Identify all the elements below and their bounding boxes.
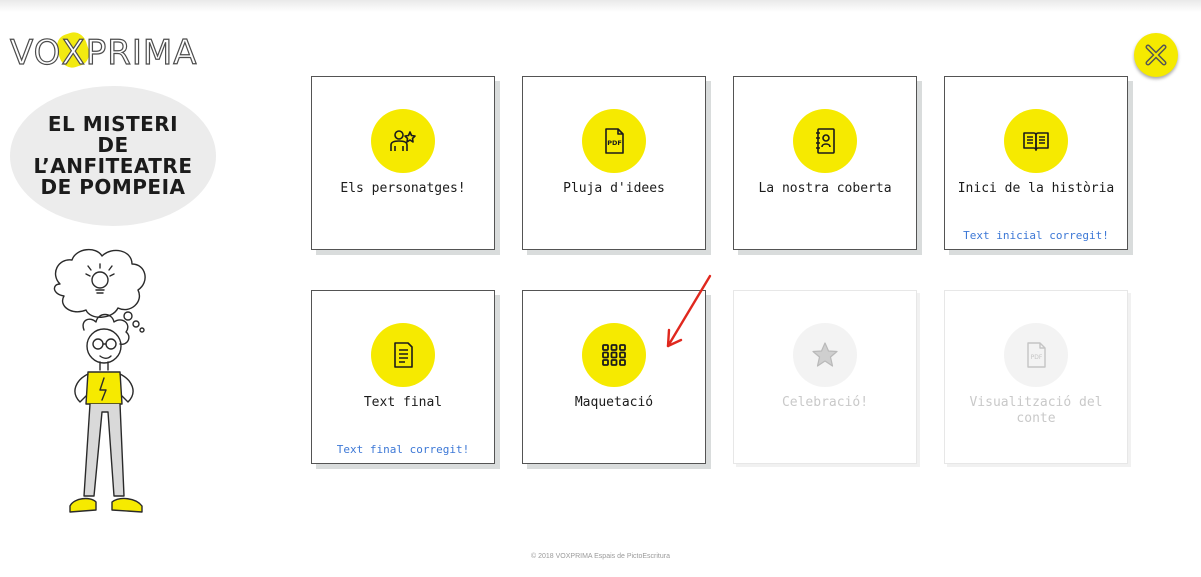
icon-circle [1004, 109, 1068, 173]
card-label: Text final [363, 395, 443, 410]
layout-grid-icon [602, 344, 626, 366]
icon-circle: PDF [582, 109, 646, 173]
story-title: EL MISTERI DE L’ANFITEATRE DE POMPEIA [33, 112, 193, 199]
card-celebracio: Celebració! [733, 290, 917, 464]
icon-circle [371, 323, 435, 387]
pdf-document-icon: PDF [605, 128, 624, 154]
card-note-link[interactable]: Text inicial corregit! [949, 229, 1123, 242]
close-x-icon [1145, 44, 1167, 66]
card-note-link[interactable]: Text final corregit! [316, 443, 490, 456]
card-pluja-idees[interactable]: PDF Pluja d'idees [522, 76, 706, 250]
open-book-icon [1023, 132, 1049, 151]
icon-circle [582, 323, 646, 387]
card-text-final[interactable]: Text final Text final corregit! [311, 290, 495, 464]
card-visualitzacio-conte: PDF Visualització del conte [944, 290, 1128, 464]
icon-circle [793, 109, 857, 173]
top-shadow-bar [0, 0, 1201, 12]
close-button[interactable] [1134, 33, 1178, 77]
story-title-bubble: EL MISTERI DE L’ANFITEATRE DE POMPEIA [10, 86, 216, 226]
icon-circle [793, 323, 857, 387]
icon-circle [371, 109, 435, 173]
card-label: Maquetació [574, 395, 654, 410]
card-label: Inici de la història [957, 181, 1115, 196]
logo-text-right: PRIMA [85, 33, 198, 73]
logo-text-left: VO [9, 33, 62, 73]
icon-circle: PDF [1004, 323, 1068, 387]
logo-text-x: X [61, 33, 86, 73]
cover-book-icon [816, 128, 835, 154]
card-label: Visualització del conte [969, 395, 1103, 426]
footer-copyright: © 2018 VOXPRIMA Espais de PictoEscritura [531, 553, 670, 560]
card-nostra-coberta[interactable]: La nostra coberta [733, 76, 917, 250]
text-document-icon [394, 342, 413, 368]
card-label: Celebració! [781, 395, 869, 410]
voxprima-logo[interactable]: VO X PRIMA [9, 33, 198, 73]
card-inici-historia[interactable]: Inici de la història Text inicial correg… [944, 76, 1128, 250]
svg-text:PDF: PDF [1031, 354, 1043, 361]
svg-text:PDF: PDF [607, 139, 622, 147]
card-label: La nostra coberta [758, 181, 892, 196]
star-icon [812, 342, 838, 367]
kid-character-illustration [53, 249, 146, 513]
red-annotation-arrow [666, 274, 712, 348]
pdf-file-icon: PDF [1027, 342, 1046, 368]
card-els-personatges[interactable]: Els personatges! [311, 76, 495, 250]
characters-star-icon [390, 130, 416, 151]
card-label: Els personatges! [340, 181, 466, 196]
card-label: Pluja d'idees [563, 181, 665, 196]
